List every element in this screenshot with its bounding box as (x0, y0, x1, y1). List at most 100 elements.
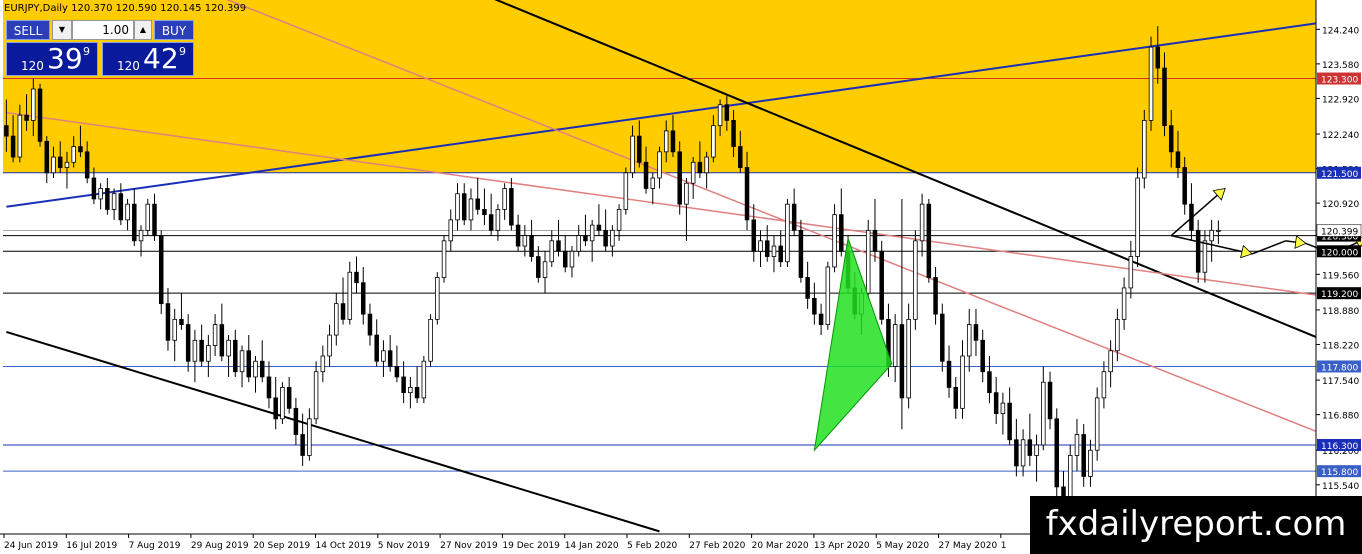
candle-body (529, 235, 534, 257)
candle-body (1000, 402, 1006, 414)
candle-body (340, 303, 346, 320)
candle-body (589, 224, 595, 242)
candle-body (899, 324, 905, 399)
x-tick-label: 27 Nov 2019 (440, 541, 498, 551)
candle-body (37, 88, 43, 142)
candle-body (778, 245, 783, 263)
lot-decrease-button[interactable]: ▼ (52, 20, 72, 40)
candle-body (293, 407, 299, 435)
candle-body (1115, 318, 1120, 352)
candle-body (441, 240, 447, 278)
candle-body (273, 397, 278, 420)
candle-body (684, 182, 689, 205)
candle-body (1014, 439, 1019, 467)
candle-body (879, 250, 884, 320)
candle-body (872, 229, 878, 252)
y-tick-label: 117.540 (1322, 377, 1359, 387)
candle-body (307, 418, 312, 456)
candle-body (583, 235, 588, 242)
candle-body (1168, 125, 1174, 153)
candle-body (960, 355, 965, 409)
candle-body (690, 161, 696, 184)
candle-body (758, 240, 763, 252)
candle-body (334, 303, 339, 336)
candle-body (596, 224, 602, 231)
candle-body (17, 114, 23, 158)
candle-body (798, 229, 804, 278)
candle-body (1128, 256, 1134, 289)
candle-body (327, 334, 332, 357)
candle-body (933, 277, 938, 315)
sell-quote[interactable]: 120 39 9 (6, 42, 98, 76)
candle-body (421, 360, 427, 399)
arrow-down-icon: ▼ (58, 25, 66, 34)
candle-body (239, 350, 245, 373)
candle-body (825, 266, 831, 325)
candle-body (785, 203, 790, 263)
x-tick-label: 5 May 2020 (876, 541, 929, 551)
candle-body (677, 151, 682, 205)
candle-body (428, 318, 433, 362)
candle-body (387, 350, 393, 367)
candle-body (1202, 240, 1208, 273)
candle-body (1155, 46, 1161, 69)
candle-body (1148, 46, 1154, 121)
candle-body (381, 350, 386, 362)
candle-body (805, 277, 810, 299)
candle-body (347, 271, 353, 320)
candle-body (502, 188, 507, 210)
candle-body (44, 140, 50, 174)
candle-body (576, 235, 581, 252)
lot-increase-button[interactable]: ▲ (134, 20, 152, 40)
lot-size-input[interactable] (72, 20, 134, 40)
candle-body (233, 339, 238, 373)
price-chart[interactable]: 124.240123.580122.920122.240121.580120.9… (0, 0, 1362, 554)
x-tick-label: 24 Jun 2019 (4, 541, 58, 551)
candle-body (731, 120, 736, 147)
candle-body (286, 387, 292, 409)
sell-price-prefix: 120 (21, 59, 44, 73)
candle-body (448, 219, 454, 242)
candle-body (1074, 434, 1080, 456)
candle-body (461, 193, 467, 221)
candle-body (751, 219, 757, 252)
buy-quote[interactable]: 120 42 9 (102, 42, 194, 76)
candle-body (280, 387, 285, 420)
candle-body (1101, 371, 1107, 399)
x-tick-label: 27 Feb 2020 (689, 541, 745, 551)
candle-body (488, 214, 494, 231)
y-tick-label: 120.920 (1322, 200, 1359, 210)
candle-body (1121, 287, 1127, 320)
candle-body (495, 209, 501, 231)
candle-body (374, 334, 379, 362)
candle-body (1094, 397, 1100, 451)
candle-body (697, 161, 703, 174)
candle-body (630, 135, 635, 174)
candle-body (246, 350, 252, 378)
candle-body (71, 146, 76, 163)
candle-body (926, 203, 932, 278)
candle-body (199, 339, 204, 362)
sell-price-pips: 39 (47, 42, 83, 75)
candle-body (1034, 444, 1039, 456)
candle-body (64, 161, 70, 168)
sell-button[interactable]: SELL (6, 20, 50, 40)
candle-body (892, 324, 898, 367)
candle-body (354, 271, 359, 284)
candle-body (536, 256, 541, 278)
candle-body (132, 203, 137, 242)
candle-body (360, 282, 366, 315)
buy-button[interactable]: BUY (154, 20, 194, 40)
candle-body (414, 387, 420, 399)
candle-body (10, 135, 16, 158)
x-tick-label: 14 Oct 2019 (316, 541, 372, 551)
candle-body (993, 392, 999, 414)
candle-body (401, 376, 406, 394)
candle-body (468, 198, 474, 221)
candle-body (1041, 381, 1046, 446)
chart-title: EURJPY,Daily 120.370 120.590 120.145 120… (4, 3, 247, 14)
current-price-label: 120.399 (1321, 227, 1358, 237)
price-level-label: 119.200 (1321, 290, 1358, 300)
candle-body (643, 161, 649, 189)
candle-body (637, 135, 642, 163)
